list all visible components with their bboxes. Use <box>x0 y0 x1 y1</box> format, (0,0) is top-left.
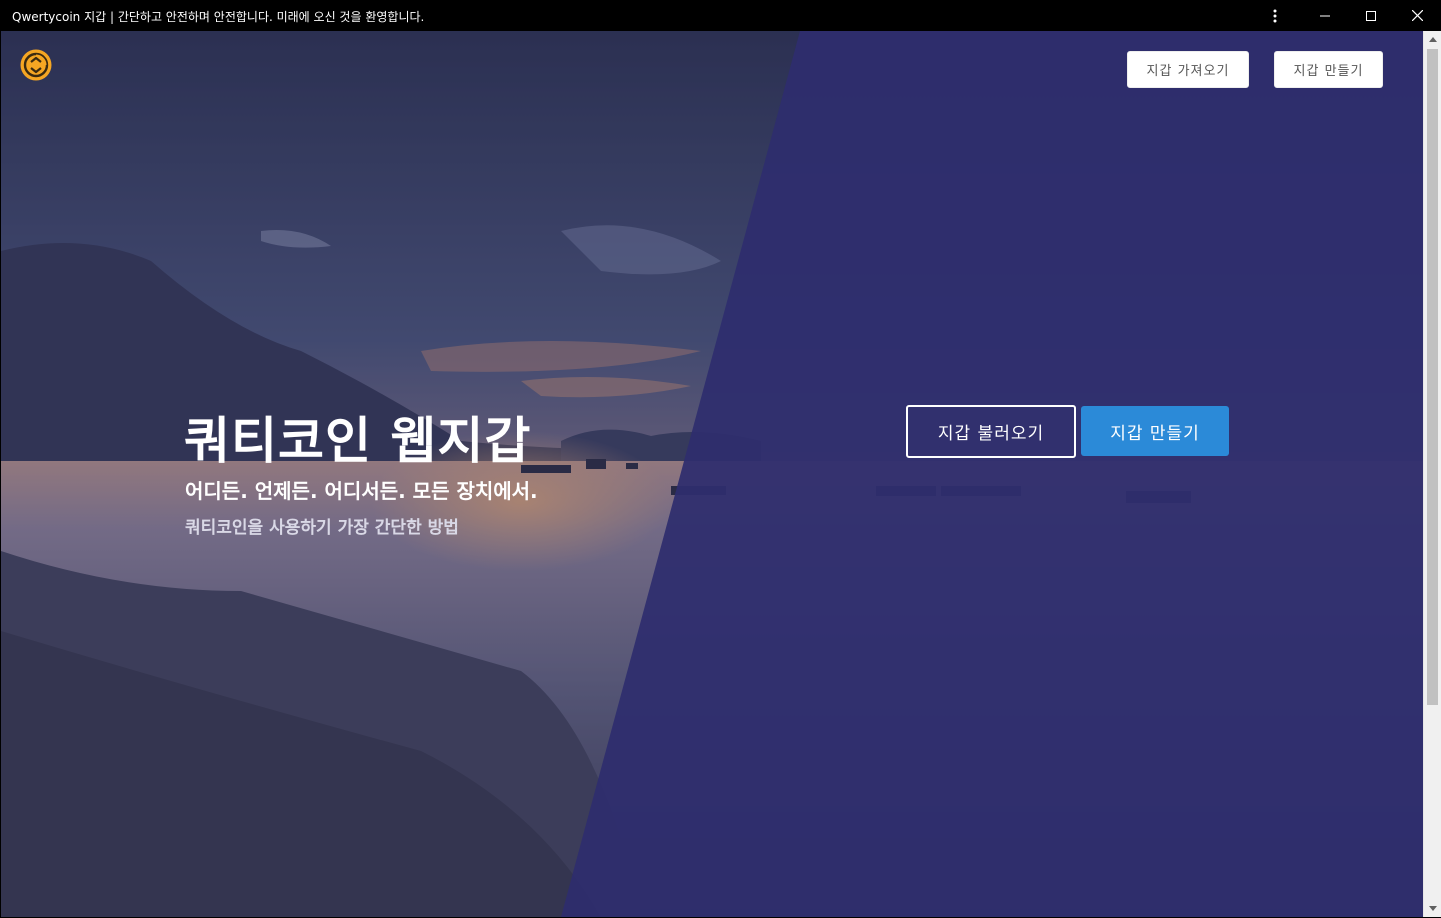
load-wallet-button[interactable]: 지갑 불러오기 <box>906 405 1076 458</box>
scroll-down-arrow-icon[interactable] <box>1424 900 1441 917</box>
window-title-bar: Qwertycoin 지갑 | 간단하고 안전하며 안전합니다. 미래에 오신 … <box>0 0 1441 31</box>
qwertycoin-logo-icon[interactable] <box>19 48 53 82</box>
scrollbar-thumb[interactable] <box>1427 49 1438 705</box>
page-content: 지갑 가져오기 지갑 만들기 쿼티코인 웹지갑 어디든. 언제든. 어디서든. … <box>1 31 1423 917</box>
scroll-up-arrow-icon[interactable] <box>1424 31 1441 48</box>
hero-title: 쿼티코인 웹지갑 <box>184 412 532 470</box>
window-title: Qwertycoin 지갑 | 간단하고 안전하며 안전합니다. 미래에 오신 … <box>12 10 425 24</box>
diagonal-overlay <box>1 31 1423 917</box>
minimize-icon[interactable] <box>1302 0 1348 31</box>
make-wallet-button[interactable]: 지갑 만들기 <box>1081 406 1229 456</box>
more-vertical-icon[interactable] <box>1252 0 1298 31</box>
create-wallet-header-button[interactable]: 지갑 만들기 <box>1274 51 1383 88</box>
maximize-icon[interactable] <box>1348 0 1394 31</box>
vertical-scrollbar[interactable] <box>1423 31 1441 917</box>
hero-subtitle: 어디든. 언제든. 어디서든. 모든 장치에서. <box>185 479 538 503</box>
hero-description: 쿼티코인을 사용하기 가장 간단한 방법 <box>185 518 459 538</box>
import-wallet-button[interactable]: 지갑 가져오기 <box>1127 51 1249 88</box>
close-icon[interactable] <box>1394 0 1440 31</box>
